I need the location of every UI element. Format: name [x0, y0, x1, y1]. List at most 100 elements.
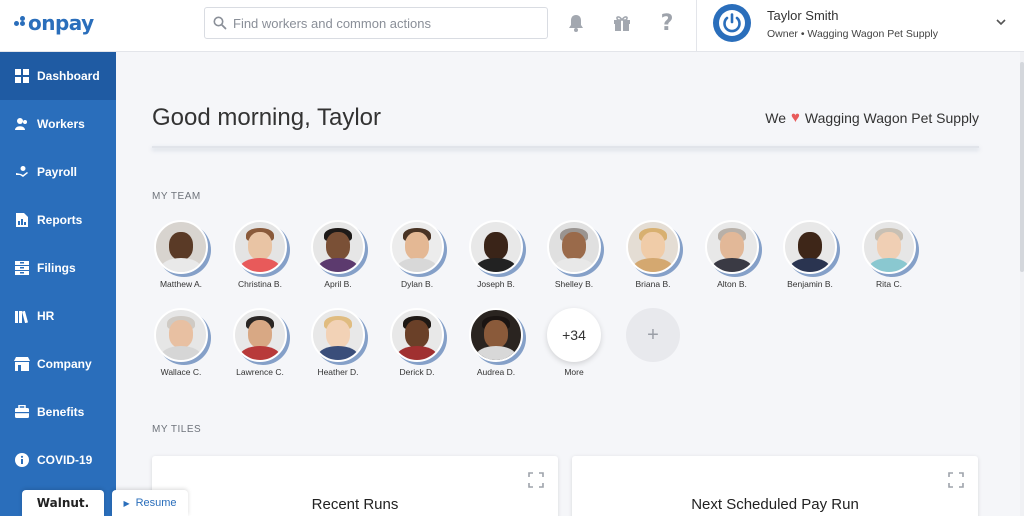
sidebar-item-label: Company [37, 357, 92, 371]
dashboard-main: Good morning, Taylor We ♥ Wagging Wagon … [116, 52, 1020, 516]
member-name: Heather D. [317, 367, 359, 377]
sidebar-item-hr[interactable]: HR [0, 292, 116, 340]
team-member[interactable]: Matthew A. [152, 220, 210, 289]
company-icon [14, 356, 30, 372]
expand-icon[interactable] [528, 472, 544, 488]
logo-text: onpay [28, 11, 94, 35]
page-title: Good morning, Taylor [152, 104, 382, 131]
chevron-down-icon[interactable] [995, 16, 1007, 28]
more-label: More [564, 367, 584, 377]
sidebar-item-workers[interactable]: Workers [0, 100, 116, 148]
avatar [783, 220, 837, 274]
user-role: Owner • Wagging Wagon Pet Supply [767, 28, 938, 40]
sidebar-item-label: Dashboard [37, 69, 100, 83]
sidebar: Dashboard Workers Payroll Reports Filing… [0, 52, 116, 516]
sidebar-item-covid-19[interactable]: COVID-19 [0, 436, 116, 484]
team-member[interactable]: Heather D. [309, 308, 367, 377]
bell-icon[interactable] [565, 12, 587, 34]
member-name: Matthew A. [159, 279, 203, 289]
tile-next-scheduled-pay-run[interactable]: Next Scheduled Pay Run [572, 456, 978, 516]
avatar [154, 220, 208, 274]
team-member[interactable]: Alton B. [703, 220, 761, 289]
walnut-logo: Walnut. [22, 490, 104, 516]
hr-icon [14, 308, 30, 324]
team-member[interactable]: Wallace C. [152, 308, 210, 377]
power-icon [719, 10, 745, 36]
team-member[interactable]: Shelley B. [545, 220, 603, 289]
sidebar-item-filings[interactable]: Filings [0, 244, 116, 292]
scrollbar[interactable] [1020, 52, 1024, 516]
reports-icon [14, 212, 30, 228]
member-name: Alton B. [717, 279, 747, 289]
avatar [311, 308, 365, 362]
add-member-button[interactable]: + [624, 308, 682, 362]
sidebar-item-label: Reports [37, 213, 83, 227]
resume-button[interactable]: ▶ Resume [112, 490, 188, 516]
help-icon[interactable]: ? [656, 11, 678, 36]
onpay-logo[interactable]: onpay [14, 10, 94, 36]
team-member[interactable]: Audrea D. [467, 308, 525, 377]
sidebar-item-label: Filings [37, 261, 76, 275]
filings-icon [14, 260, 30, 276]
avatar [626, 220, 680, 274]
member-name: Briana B. [635, 279, 671, 289]
heart-icon: ♥ [791, 109, 800, 126]
team-member[interactable]: April B. [309, 220, 367, 289]
avatar [547, 220, 601, 274]
tile-title: Next Scheduled Pay Run [691, 496, 859, 513]
user-menu[interactable]: Taylor Smith Owner • Wagging Wagon Pet S… [696, 0, 1024, 52]
info-icon [14, 452, 30, 468]
scroll-thumb[interactable] [1020, 62, 1024, 272]
avatar [469, 220, 523, 274]
member-name: Benjamin B. [787, 279, 833, 289]
more-count: +34 [547, 308, 601, 362]
member-name: Audrea D. [476, 367, 516, 377]
avatar [154, 308, 208, 362]
expand-icon[interactable] [948, 472, 964, 488]
member-name: Lawrence C. [236, 367, 284, 377]
member-name: Dylan B. [400, 279, 434, 289]
team-member[interactable]: Rita C. [860, 220, 918, 289]
team-more[interactable]: +34 More [545, 308, 603, 377]
sidebar-item-label: Workers [37, 117, 85, 131]
sidebar-item-payroll[interactable]: Payroll [0, 148, 116, 196]
sidebar-item-label: HR [37, 309, 55, 323]
search-icon [213, 16, 227, 30]
tile-title: Recent Runs [311, 496, 399, 513]
member-name: Shelley B. [554, 279, 594, 289]
payroll-icon [14, 164, 30, 180]
search-bar[interactable] [204, 7, 548, 39]
gift-icon[interactable] [611, 12, 633, 34]
sidebar-item-benefits[interactable]: Benefits [0, 388, 116, 436]
team-member[interactable]: Benjamin B. [781, 220, 839, 289]
member-name: Wallace C. [160, 367, 202, 377]
member-name: Joseph B. [477, 279, 515, 289]
resume-label: Resume [135, 497, 177, 509]
benefits-icon [14, 404, 30, 420]
plus-icon: + [626, 308, 680, 362]
avatar [705, 220, 759, 274]
team-member[interactable]: Briana B. [624, 220, 682, 289]
avatar [311, 220, 365, 274]
sidebar-item-label: COVID-19 [37, 453, 93, 467]
member-name: Rita C. [876, 279, 902, 289]
user-avatar [713, 4, 751, 42]
team-member[interactable]: Derick D. [388, 308, 446, 377]
team-member[interactable]: Lawrence C. [231, 308, 289, 377]
my-tiles-label: MY TILES [152, 424, 202, 435]
sidebar-item-company[interactable]: Company [0, 340, 116, 388]
avatar [862, 220, 916, 274]
sidebar-item-dashboard[interactable]: Dashboard [0, 52, 116, 100]
divider [152, 146, 979, 148]
sidebar-item-reports[interactable]: Reports [0, 196, 116, 244]
search-input[interactable] [233, 15, 533, 31]
team-member[interactable]: Christina B. [231, 220, 289, 289]
avatar [390, 220, 444, 274]
team-member[interactable]: Dylan B. [388, 220, 446, 289]
tile-recent-runs[interactable]: Recent Runs [152, 456, 558, 516]
avatar [233, 220, 287, 274]
team-member[interactable]: Joseph B. [467, 220, 525, 289]
dashboard-icon [14, 68, 30, 84]
avatar [233, 308, 287, 362]
logo-dots-icon [14, 15, 26, 26]
